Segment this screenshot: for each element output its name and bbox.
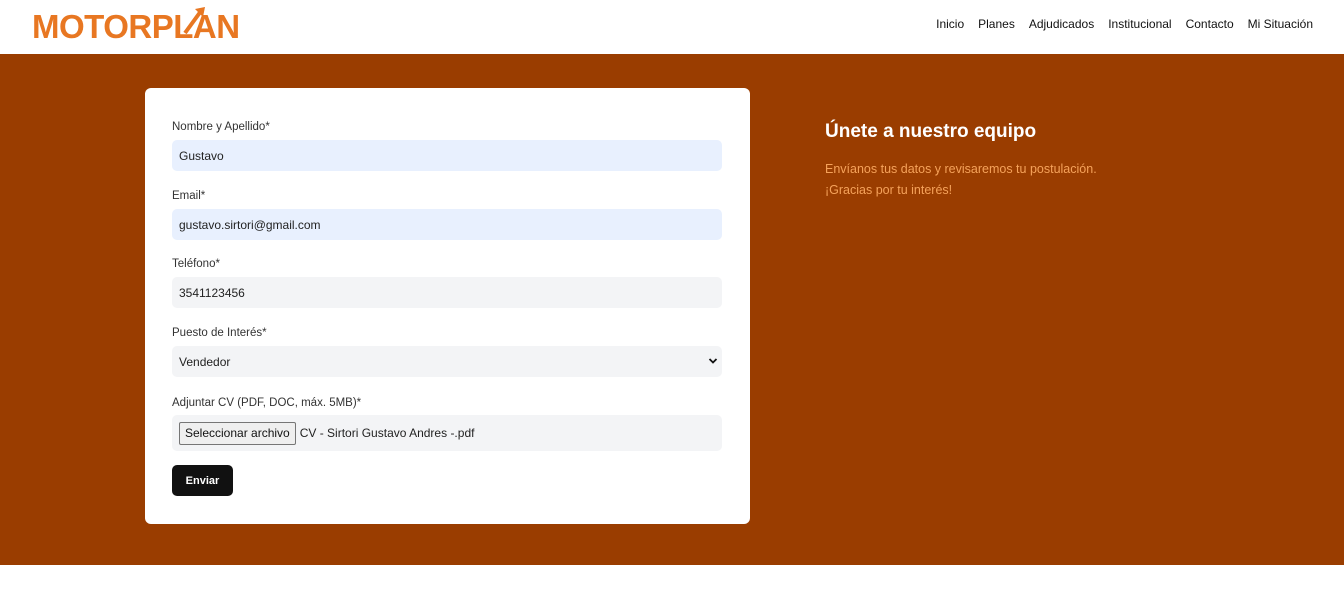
- email-label: Email*: [172, 190, 206, 202]
- email-input[interactable]: gustavo.sirtori@gmail.com: [172, 209, 722, 240]
- nav-link-inicio[interactable]: Inicio: [936, 16, 964, 32]
- email-input-value: gustavo.sirtori@gmail.com: [179, 217, 321, 232]
- arrow-up-right-icon: [183, 7, 205, 35]
- position-select[interactable]: Vendedor: [172, 346, 722, 377]
- phone-input[interactable]: 3541123456: [172, 277, 722, 308]
- nav-link-institucional[interactable]: Institucional: [1108, 16, 1171, 32]
- phone-input-value: 3541123456: [179, 285, 245, 300]
- position-label: Puesto de Interés*: [172, 327, 267, 339]
- top-navbar: MOTORPLAN Inicio Planes Adjudicados Inst…: [0, 0, 1344, 54]
- nav-link-contacto[interactable]: Contacto: [1186, 16, 1234, 32]
- choose-file-button[interactable]: Seleccionar archivo: [179, 421, 296, 445]
- submit-button[interactable]: Enviar: [172, 465, 233, 496]
- join-team-description: Envíanos tus datos y revisaremos tu post…: [825, 159, 1165, 201]
- description-line-2: ¡Gracias por tu interés!: [825, 183, 953, 197]
- nav-link-mi-situacion[interactable]: Mi Situación: [1248, 16, 1313, 32]
- nav-link-planes[interactable]: Planes: [978, 16, 1015, 32]
- cv-label: Adjuntar CV (PDF, DOC, máx. 5MB)*: [172, 397, 362, 409]
- join-team-heading: Únete a nuestro equipo: [825, 121, 1037, 142]
- cv-file-input[interactable]: Seleccionar archivo CV - Sirtori Gustavo…: [172, 415, 722, 451]
- name-input[interactable]: Gustavo: [172, 140, 722, 171]
- position-select-value: Vendedor: [179, 354, 231, 369]
- main-nav: Inicio Planes Adjudicados Institucional …: [936, 16, 1313, 32]
- application-form: Nombre y Apellido* Gustavo Email* gustav…: [145, 88, 750, 524]
- description-line-1: Envíanos tus datos y revisaremos tu post…: [825, 162, 1097, 176]
- nav-link-adjudicados[interactable]: Adjudicados: [1029, 16, 1094, 32]
- phone-label: Teléfono*: [172, 258, 220, 270]
- name-label: Nombre y Apellido*: [172, 121, 270, 133]
- logo[interactable]: MOTORPLAN: [32, 7, 240, 45]
- cv-filename: CV - Sirtori Gustavo Andres -.pdf: [299, 426, 475, 440]
- name-input-value: Gustavo: [179, 148, 224, 163]
- chevron-down-icon: [708, 358, 718, 364]
